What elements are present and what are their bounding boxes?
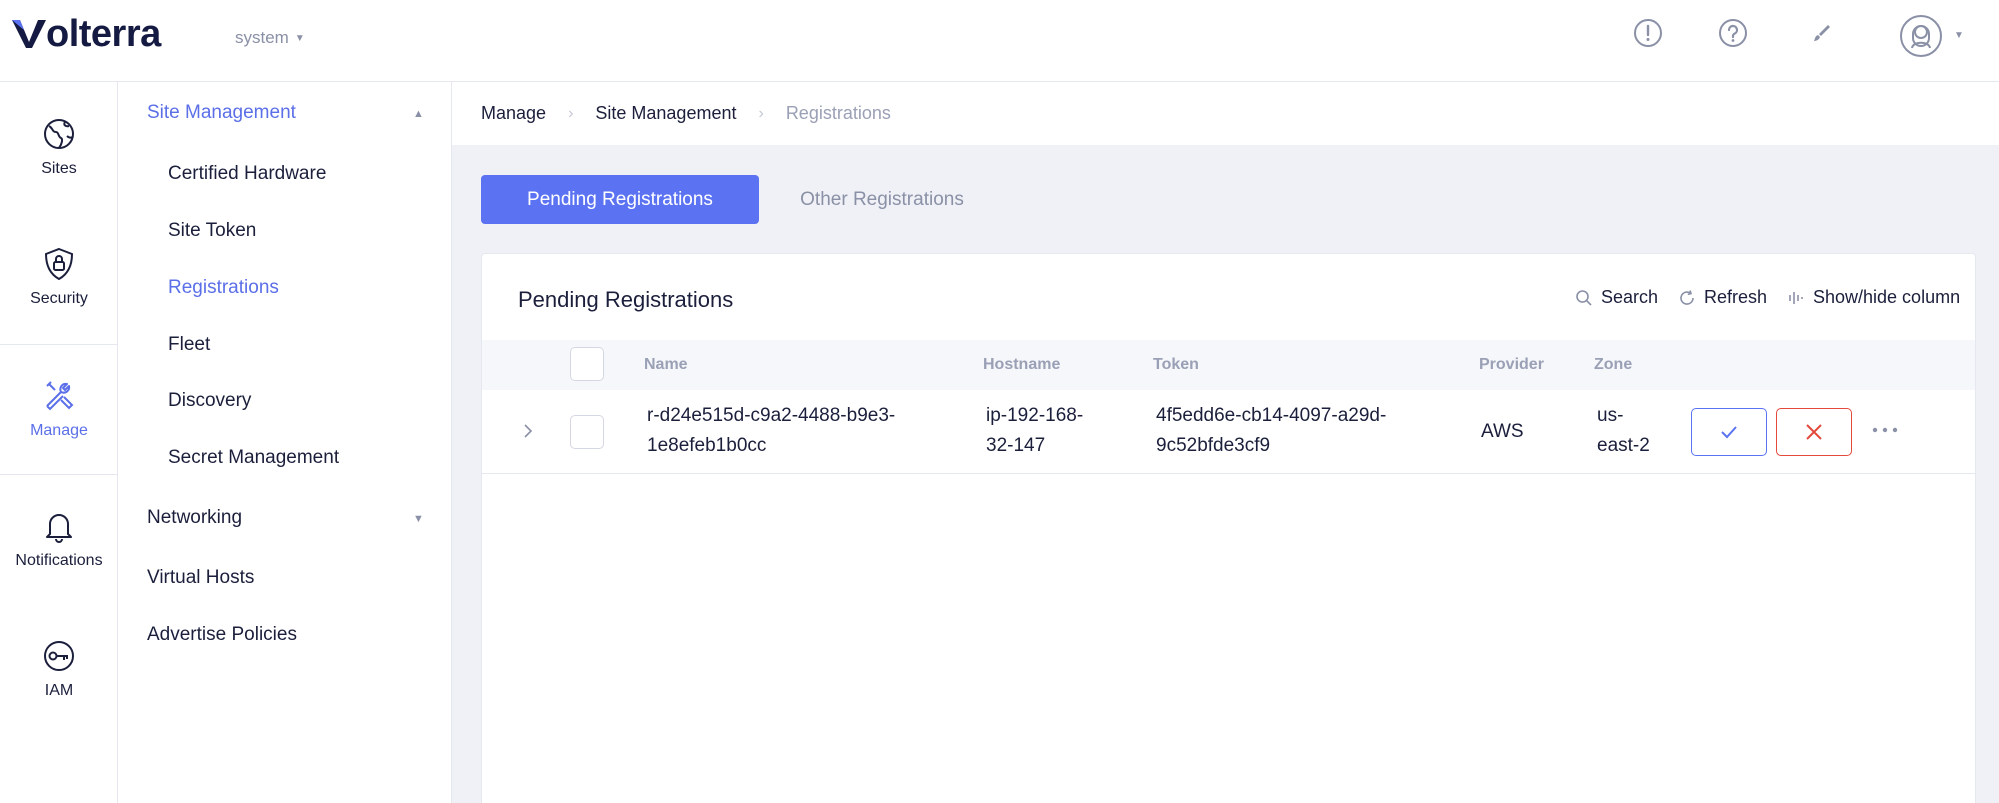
- tab-pending-registrations[interactable]: Pending Registrations: [481, 175, 759, 224]
- rail-item-sites[interactable]: Sites: [0, 82, 118, 212]
- breadcrumb: Manage › Site Management › Registrations: [452, 82, 1999, 145]
- more-options-icon[interactable]: [1869, 420, 1901, 440]
- rail-item-security[interactable]: Security: [0, 212, 118, 342]
- cell-token-line: 4f5edd6e-cb14-4097-a29d-: [1156, 405, 1387, 426]
- show-hide-column-label: Show/hide column: [1813, 287, 1961, 307]
- cell-token: 4f5edd6e-cb14-4097-a29d- 9c52bfde3cf9: [1156, 401, 1386, 461]
- subnav-secret-management[interactable]: Secret Management: [168, 447, 339, 469]
- brush-icon[interactable]: [1806, 17, 1838, 49]
- volterra-logo[interactable]: olterra: [12, 12, 161, 55]
- caret-up-icon[interactable]: ▲: [413, 108, 424, 120]
- main-content: Manage › Site Management › Registrations…: [452, 82, 1999, 803]
- subnav-certified-hardware[interactable]: Certified Hardware: [168, 163, 326, 185]
- card-title: Pending Registrations: [518, 287, 734, 312]
- sub-navigation: Site Management ▲ Certified Hardware Sit…: [118, 82, 452, 803]
- rail-label-iam: IAM: [44, 682, 74, 699]
- approve-button[interactable]: [1691, 408, 1767, 456]
- icon-rail: Sites Security Manage Notifications IAM: [0, 82, 118, 803]
- rail-label-security: Security: [30, 290, 88, 307]
- subnav-discovery[interactable]: Discovery: [168, 390, 251, 412]
- column-header-provider[interactable]: Provider: [1479, 356, 1544, 374]
- subnav-networking[interactable]: Networking: [147, 507, 242, 529]
- help-icon[interactable]: [1717, 17, 1749, 49]
- refresh-button[interactable]: Refresh: [1678, 287, 1767, 308]
- search-label: Search: [1601, 287, 1659, 307]
- rail-item-notifications[interactable]: Notifications: [0, 474, 118, 604]
- rail-item-iam[interactable]: IAM: [0, 604, 118, 734]
- bell-icon: [46, 514, 72, 543]
- breadcrumb-registrations: Registrations: [785, 103, 891, 123]
- registrations-card: Pending Registrations Search Refresh Sho…: [481, 253, 1976, 803]
- cell-name-line: r-d24e515d-c9a2-4488-b9e3-: [647, 405, 896, 426]
- tools-icon: [46, 381, 74, 411]
- chevron-right-icon[interactable]: [522, 420, 534, 442]
- table-row[interactable]: r-d24e515d-c9a2-4488-b9e3- 1e8efeb1b0cc …: [482, 390, 1975, 474]
- subnav-site-token[interactable]: Site Token: [168, 220, 256, 242]
- tenant-label: system: [235, 28, 289, 47]
- chevron-right-icon: ›: [568, 104, 574, 122]
- caret-down-icon[interactable]: ▼: [1954, 30, 1964, 41]
- rail-item-manage[interactable]: Manage: [0, 344, 118, 474]
- rail-label-manage: Manage: [30, 422, 88, 439]
- alert-icon[interactable]: [1632, 17, 1664, 49]
- breadcrumb-site-management[interactable]: Site Management: [595, 103, 736, 124]
- show-hide-column-button[interactable]: Show/hide column: [1787, 287, 1960, 308]
- column-header-name[interactable]: Name: [644, 356, 688, 374]
- caret-down-icon: ▼: [294, 32, 305, 44]
- refresh-icon: [1680, 289, 1694, 305]
- globe-icon: [44, 119, 74, 149]
- tab-other-registrations[interactable]: Other Registrations: [767, 175, 997, 224]
- shield-lock-icon: [44, 247, 74, 281]
- row-checkbox[interactable]: [570, 415, 604, 449]
- brand-name: olterra: [46, 12, 161, 55]
- cell-zone: us- east-2: [1597, 401, 1650, 461]
- rail-label-notifications: Notifications: [15, 552, 103, 569]
- top-bar: olterra system ▼ ▼: [0, 0, 1999, 82]
- cell-token-line: 9c52bfde3cf9: [1156, 435, 1271, 456]
- user-icon[interactable]: [1899, 14, 1943, 58]
- cell-name-line: 1e8efeb1b0cc: [647, 435, 767, 456]
- cell-name: r-d24e515d-c9a2-4488-b9e3- 1e8efeb1b0cc: [647, 401, 895, 461]
- cell-zone-line: us-: [1597, 405, 1624, 426]
- column-header-hostname[interactable]: Hostname: [983, 356, 1060, 374]
- select-all-checkbox[interactable]: [570, 347, 604, 381]
- subnav-virtual-hosts[interactable]: Virtual Hosts: [147, 567, 254, 589]
- search-button[interactable]: Search: [1575, 287, 1658, 308]
- search-icon: [1576, 289, 1592, 306]
- close-icon: [1806, 424, 1822, 440]
- columns-icon: [1789, 291, 1803, 304]
- check-icon: [1721, 426, 1737, 439]
- breadcrumb-manage[interactable]: Manage: [481, 103, 546, 124]
- cell-hostname-line: ip-192-168-: [986, 405, 1084, 426]
- volterra-v-logo-icon: [12, 20, 46, 48]
- cell-hostname-line: 32-147: [986, 435, 1046, 456]
- cell-hostname: ip-192-168- 32-147: [986, 401, 1083, 461]
- rail-label-sites: Sites: [41, 160, 77, 177]
- cell-provider: AWS: [1481, 421, 1524, 442]
- chevron-right-icon: ›: [758, 104, 764, 122]
- refresh-label: Refresh: [1704, 287, 1768, 307]
- subnav-registrations[interactable]: Registrations: [168, 277, 279, 299]
- column-header-zone[interactable]: Zone: [1594, 356, 1632, 374]
- subnav-fleet[interactable]: Fleet: [168, 334, 210, 356]
- table-header: Name Hostname Token Provider Zone: [482, 340, 1975, 390]
- column-header-token[interactable]: Token: [1153, 356, 1199, 374]
- subnav-site-management[interactable]: Site Management: [147, 102, 296, 124]
- cell-zone-line: east-2: [1597, 435, 1650, 456]
- key-icon: [44, 641, 74, 671]
- tenant-selector[interactable]: system ▼: [235, 28, 305, 48]
- reject-button[interactable]: [1776, 408, 1852, 456]
- caret-down-icon[interactable]: ▼: [413, 513, 424, 525]
- subnav-advertise-policies[interactable]: Advertise Policies: [147, 624, 297, 646]
